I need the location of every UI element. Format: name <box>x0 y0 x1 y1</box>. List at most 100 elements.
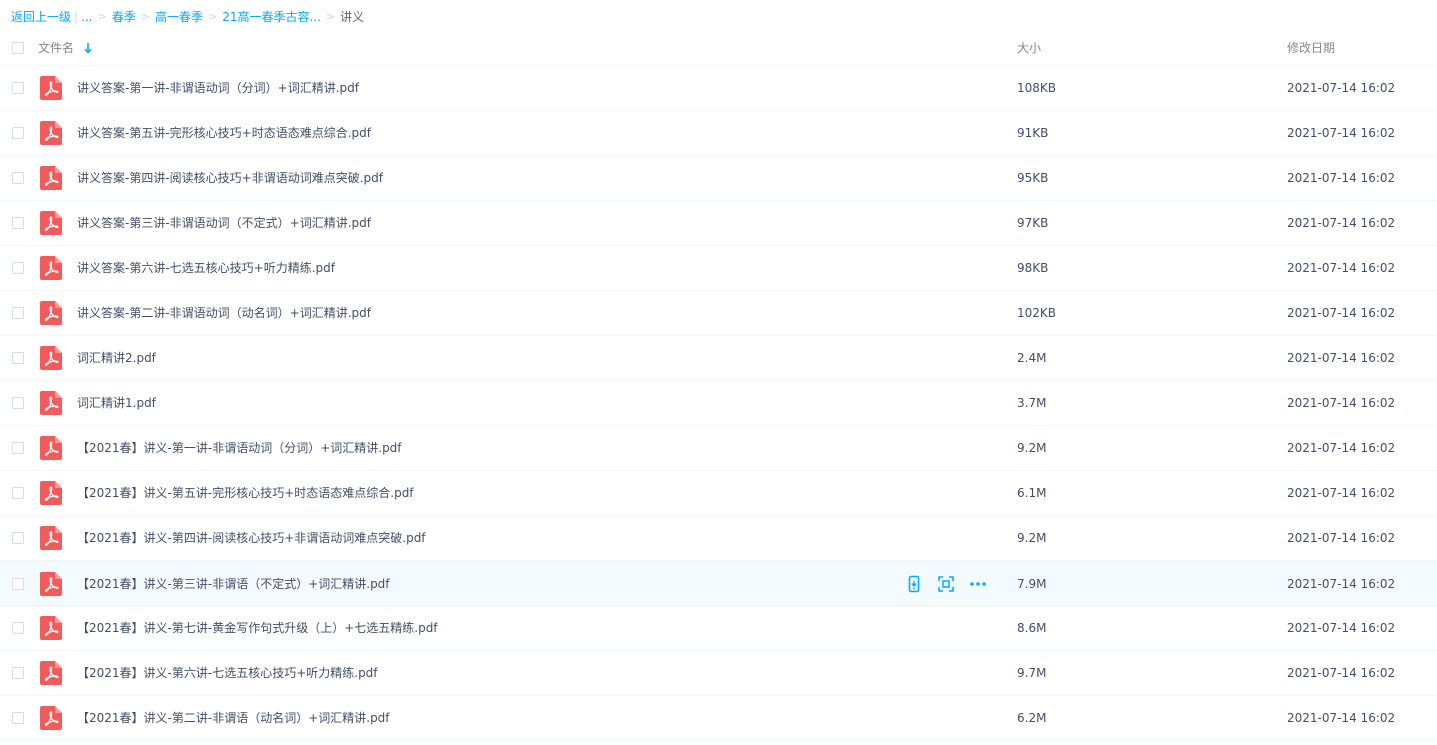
file-size: 98KB <box>1017 261 1049 275</box>
file-row[interactable]: 讲义答案-第一讲-非谓语动词（分词）+词汇精讲.pdf 108KB 2021-0… <box>0 66 1437 111</box>
row-checkbox[interactable] <box>12 712 24 724</box>
file-date: 2021-07-14 16:02 <box>1287 486 1396 500</box>
breadcrumb-item-2[interactable]: 21高一春季古容... <box>222 8 321 26</box>
pdf-file-icon <box>40 346 62 370</box>
scan-share-icon[interactable] <box>937 575 955 593</box>
select-all-checkbox[interactable] <box>12 42 24 54</box>
pdf-file-icon <box>40 526 62 550</box>
row-checkbox[interactable] <box>12 82 24 94</box>
file-date: 2021-07-14 16:02 <box>1287 261 1396 275</box>
file-date: 2021-07-14 16:02 <box>1287 126 1396 140</box>
back-link[interactable]: 返回上一级 <box>11 8 71 26</box>
file-row[interactable]: 【2021春】讲义-第六讲-七选五核心技巧+听力精练.pdf 9.7M 2021… <box>0 651 1437 696</box>
file-name[interactable]: 讲义答案-第六讲-七选五核心技巧+听力精练.pdf <box>77 246 335 290</box>
pdf-file-icon <box>40 436 62 460</box>
breadcrumb: 返回上一级 | ... > 春季 > 高一春季 > 21高一春季古容... > … <box>11 8 364 26</box>
breadcrumb-item-0[interactable]: 春季 <box>112 8 136 26</box>
column-name-header[interactable]: 文件名 <box>38 30 92 66</box>
row-checkbox[interactable] <box>12 622 24 634</box>
row-checkbox[interactable] <box>12 127 24 139</box>
breadcrumb-ellipsis[interactable]: ... <box>81 8 92 26</box>
row-checkbox[interactable] <box>12 532 24 544</box>
breadcrumb-current: 讲义 <box>340 10 365 24</box>
file-name[interactable]: 【2021春】讲义-第五讲-完形核心技巧+时态语态难点综合.pdf <box>77 471 414 515</box>
breadcrumb-separator: > <box>207 10 218 23</box>
pdf-file-icon <box>40 481 62 505</box>
file-size: 102KB <box>1017 306 1057 320</box>
file-size: 95KB <box>1017 171 1049 185</box>
row-checkbox[interactable] <box>12 352 24 364</box>
phone-send-icon[interactable] <box>905 575 923 593</box>
column-name-label: 文件名 <box>38 41 75 55</box>
pdf-file-icon <box>40 121 62 145</box>
file-row[interactable]: 【2021春】讲义-第一讲-非谓语动词（分词）+词汇精讲.pdf 9.2M 20… <box>0 426 1437 471</box>
file-size: 6.1M <box>1017 486 1047 500</box>
file-date: 2021-07-14 16:02 <box>1287 81 1396 95</box>
file-row[interactable]: 讲义答案-第四讲-阅读核心技巧+非谓语动词难点突破.pdf 95KB 2021-… <box>0 156 1437 201</box>
file-name[interactable]: 【2021春】讲义-第四讲-阅读核心技巧+非谓语动词难点突破.pdf <box>77 516 426 560</box>
pdf-file-icon <box>40 706 62 730</box>
file-name[interactable]: 讲义答案-第四讲-阅读核心技巧+非谓语动词难点突破.pdf <box>77 156 383 200</box>
row-checkbox[interactable] <box>12 667 24 679</box>
file-date: 2021-07-14 16:02 <box>1287 216 1396 230</box>
row-checkbox[interactable] <box>12 172 24 184</box>
file-name[interactable]: 词汇精讲2.pdf <box>77 336 156 380</box>
row-checkbox[interactable] <box>12 307 24 319</box>
file-name[interactable]: 【2021春】讲义-第六讲-七选五核心技巧+听力精练.pdf <box>77 651 378 695</box>
file-date: 2021-07-14 16:02 <box>1287 441 1396 455</box>
breadcrumb-divider: | <box>74 10 79 24</box>
file-date: 2021-07-14 16:02 <box>1287 621 1396 635</box>
file-row[interactable]: 讲义答案-第三讲-非谓语动词（不定式）+词汇精讲.pdf 97KB 2021-0… <box>0 201 1437 246</box>
sort-down-arrow-icon[interactable] <box>84 43 92 54</box>
more-dots-icon[interactable] <box>969 575 987 593</box>
file-row[interactable]: 讲义答案-第二讲-非谓语动词（动名词）+词汇精讲.pdf 102KB 2021-… <box>0 291 1437 336</box>
file-size: 97KB <box>1017 216 1049 230</box>
file-date: 2021-07-14 16:02 <box>1287 666 1396 680</box>
file-date: 2021-07-14 16:02 <box>1287 306 1396 320</box>
column-date-header[interactable]: 修改日期 <box>1287 30 1335 66</box>
file-name[interactable]: 【2021春】讲义-第七讲-黄金写作句式升级（上）+七选五精练.pdf <box>77 606 438 650</box>
file-date: 2021-07-14 16:02 <box>1287 711 1396 725</box>
file-row[interactable]: 【2021春】讲义-第四讲-阅读核心技巧+非谓语动词难点突破.pdf 9.2M … <box>0 516 1437 561</box>
file-row[interactable]: 【2021春】讲义-第三讲-非谓语（不定式）+词汇精讲.pdf 7.9M 202… <box>0 561 1437 606</box>
file-row[interactable]: 【2021春】讲义-第二讲-非谓语（动名词）+词汇精讲.pdf 6.2M 202… <box>0 696 1437 741</box>
file-list-header: 文件名 大小 修改日期 <box>0 30 1437 66</box>
pdf-file-icon <box>40 256 62 280</box>
file-size: 7.9M <box>1017 577 1047 591</box>
file-name[interactable]: 【2021春】讲义-第三讲-非谓语（不定式）+词汇精讲.pdf <box>77 562 390 606</box>
file-row[interactable]: 讲义答案-第五讲-完形核心技巧+时态语态难点综合.pdf 91KB 2021-0… <box>0 111 1437 156</box>
file-name[interactable]: 【2021春】讲义-第二讲-非谓语（动名词）+词汇精讲.pdf <box>77 696 390 740</box>
breadcrumb-separator: > <box>97 10 107 23</box>
breadcrumb-item-1[interactable]: 高一春季 <box>155 8 203 26</box>
row-checkbox[interactable] <box>12 578 24 590</box>
file-name[interactable]: 词汇精讲1.pdf <box>77 381 156 425</box>
row-actions <box>905 575 987 593</box>
file-row[interactable]: 【2021春】讲义-第五讲-完形核心技巧+时态语态难点综合.pdf 6.1M 2… <box>0 471 1437 516</box>
file-size: 8.6M <box>1017 621 1047 635</box>
breadcrumb-separator: > <box>140 10 150 23</box>
pdf-file-icon <box>40 211 62 235</box>
pdf-file-icon <box>40 166 62 190</box>
file-size: 6.2M <box>1017 711 1047 725</box>
file-row[interactable]: 讲义答案-第六讲-七选五核心技巧+听力精练.pdf 98KB 2021-07-1… <box>0 246 1437 291</box>
file-size: 91KB <box>1017 126 1049 140</box>
row-checkbox[interactable] <box>12 262 24 274</box>
file-row[interactable]: 词汇精讲2.pdf 2.4M 2021-07-14 16:02 <box>0 336 1437 381</box>
pdf-file-icon <box>40 76 62 100</box>
file-name[interactable]: 讲义答案-第五讲-完形核心技巧+时态语态难点综合.pdf <box>77 111 371 155</box>
file-size: 9.7M <box>1017 666 1047 680</box>
file-name[interactable]: 讲义答案-第三讲-非谓语动词（不定式）+词汇精讲.pdf <box>77 201 371 245</box>
file-name[interactable]: 讲义答案-第二讲-非谓语动词（动名词）+词汇精讲.pdf <box>77 291 371 335</box>
file-date: 2021-07-14 16:02 <box>1287 396 1396 410</box>
file-row[interactable]: 词汇精讲1.pdf 3.7M 2021-07-14 16:02 <box>0 381 1437 426</box>
pdf-file-icon <box>40 301 62 325</box>
file-name[interactable]: 讲义答案-第一讲-非谓语动词（分词）+词汇精讲.pdf <box>77 66 359 110</box>
column-size-header[interactable]: 大小 <box>1017 30 1041 66</box>
pdf-file-icon <box>40 661 62 685</box>
row-checkbox[interactable] <box>12 397 24 409</box>
file-row[interactable]: 【2021春】讲义-第七讲-黄金写作句式升级（上）+七选五精练.pdf 8.6M… <box>0 606 1437 651</box>
row-checkbox[interactable] <box>12 217 24 229</box>
row-checkbox[interactable] <box>12 487 24 499</box>
file-name[interactable]: 【2021春】讲义-第一讲-非谓语动词（分词）+词汇精讲.pdf <box>77 426 402 470</box>
row-checkbox[interactable] <box>12 442 24 454</box>
